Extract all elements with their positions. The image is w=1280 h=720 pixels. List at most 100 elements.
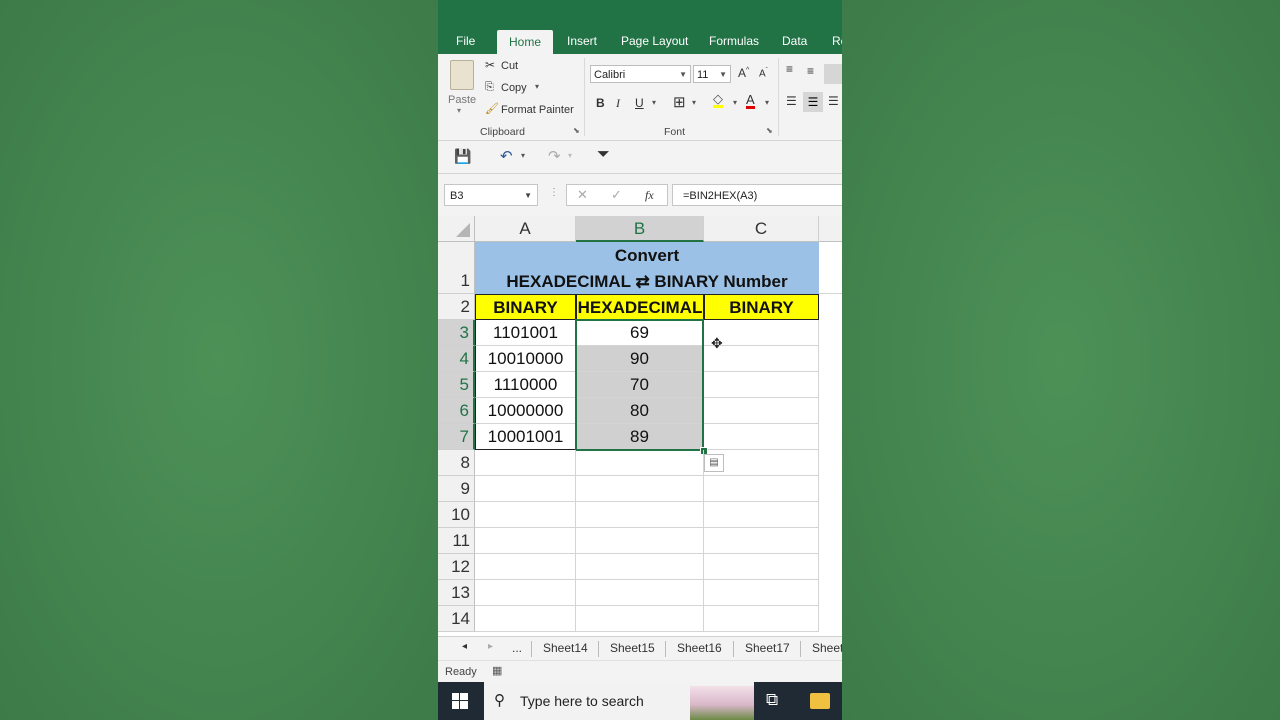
underline-icon[interactable]: U — [635, 96, 644, 110]
tab-file[interactable]: File — [456, 34, 475, 48]
column-header-b[interactable]: B — [576, 216, 704, 242]
cell-a9[interactable] — [475, 476, 576, 502]
cell-a2-header[interactable]: BINARY — [475, 294, 576, 320]
enter-icon[interactable]: ✓ — [611, 187, 622, 203]
borders-dropdown-icon[interactable]: ▾ — [692, 98, 696, 107]
tab-page-layout[interactable]: Page Layout — [621, 34, 688, 48]
format-painter-icon[interactable]: 🖌 — [485, 102, 499, 115]
filter-icon[interactable]: ⏷ — [597, 146, 610, 164]
cancel-icon[interactable]: ✕ — [577, 187, 588, 203]
chevron-down-icon[interactable]: ▼ — [524, 185, 532, 207]
cell-b9[interactable] — [576, 476, 704, 502]
cell-a13[interactable] — [475, 580, 576, 606]
cell-a7[interactable]: 10001001 — [475, 424, 576, 450]
cell-b11[interactable] — [576, 528, 704, 554]
row-header-4[interactable]: 4 — [438, 346, 475, 372]
row-header-3[interactable]: 3 — [438, 320, 475, 346]
cell-c13[interactable] — [704, 580, 819, 606]
row-header-8[interactable]: 8 — [438, 450, 475, 476]
cell-a3[interactable]: 1101001 — [475, 320, 576, 346]
formula-input[interactable]: =BIN2HEX(A3) — [672, 184, 842, 206]
title-cell[interactable]: Convert HEXADECIMAL ⇄ BINARY Number — [475, 242, 819, 294]
row-header-6[interactable]: 6 — [438, 398, 475, 424]
cell-a12[interactable] — [475, 554, 576, 580]
shrink-font-icon[interactable]: Aˇ — [759, 68, 768, 79]
quick-analysis-icon[interactable]: ▤ — [704, 454, 724, 472]
cell-b5[interactable]: 70 — [576, 372, 704, 398]
cell-a5[interactable]: 1110000 — [475, 372, 576, 398]
tab-review[interactable]: Re — [832, 34, 842, 48]
task-view-icon[interactable]: ⧉ — [766, 690, 778, 710]
cell-a11[interactable] — [475, 528, 576, 554]
cell-b10[interactable] — [576, 502, 704, 528]
tab-insert[interactable]: Insert — [567, 34, 597, 48]
paste-button[interactable]: Paste — [448, 94, 476, 106]
copy-icon[interactable]: ⎘ — [485, 81, 494, 94]
row-header-10[interactable]: 10 — [438, 502, 475, 528]
redo-icon[interactable]: ↷ — [548, 147, 561, 165]
font-launcher-icon[interactable]: ⬊ — [766, 126, 773, 135]
paste-dropdown-icon[interactable]: ▾ — [457, 106, 461, 115]
tab-home[interactable]: Home — [497, 30, 554, 55]
sheet-tab-sheet18[interactable]: Sheet — [812, 641, 842, 655]
align-middle-icon[interactable]: ≡ — [807, 64, 814, 78]
column-header-d[interactable] — [819, 216, 842, 242]
column-header-c[interactable]: C — [704, 216, 819, 242]
cell-c10[interactable] — [704, 502, 819, 528]
align-right-icon[interactable]: ☰ — [828, 94, 839, 108]
format-painter-button[interactable]: Format Painter — [501, 104, 574, 116]
sheet-tab-sheet17[interactable]: Sheet17 — [745, 641, 790, 655]
cell-b13[interactable] — [576, 580, 704, 606]
row-header-11[interactable]: 11 — [438, 528, 475, 554]
name-box[interactable]: B3 ▼ — [444, 184, 538, 206]
save-icon[interactable]: 💾 — [454, 148, 471, 165]
cell-c12[interactable] — [704, 554, 819, 580]
cell-a10[interactable] — [475, 502, 576, 528]
cell-b4[interactable]: 90 — [576, 346, 704, 372]
cell-c6[interactable] — [704, 398, 819, 424]
row-header-9[interactable]: 9 — [438, 476, 475, 502]
undo-icon[interactable]: ↶ — [500, 147, 513, 165]
borders-icon[interactable]: ⊞ — [673, 93, 686, 111]
cell-b2-header[interactable]: HEXADECIMAL — [576, 294, 704, 320]
paste-icon[interactable] — [450, 60, 474, 90]
insert-function-icon[interactable]: fx — [645, 188, 654, 203]
more-options-icon[interactable]: ⋮ — [549, 187, 559, 198]
cell-c11[interactable] — [704, 528, 819, 554]
cell-c2-header[interactable]: BINARY — [704, 294, 819, 320]
cell-c14[interactable] — [704, 606, 819, 632]
cell-b6[interactable]: 80 — [576, 398, 704, 424]
cell-a14[interactable] — [475, 606, 576, 632]
font-color-icon[interactable]: A — [746, 93, 755, 109]
sheet-tab-sheet16[interactable]: Sheet16 — [677, 641, 722, 655]
font-color-dropdown-icon[interactable]: ▾ — [765, 98, 769, 107]
italic-icon[interactable]: I — [616, 96, 620, 111]
select-all-corner[interactable] — [438, 216, 475, 242]
cell-a6[interactable]: 10000000 — [475, 398, 576, 424]
align-left-icon[interactable]: ☰ — [786, 94, 797, 108]
sheet-tab-sheet15[interactable]: Sheet15 — [610, 641, 655, 655]
windows-start-icon[interactable] — [452, 693, 468, 709]
bold-icon[interactable]: B — [596, 96, 605, 110]
cell-b3-active[interactable]: 69 — [576, 320, 704, 346]
underline-dropdown-icon[interactable]: ▾ — [652, 98, 656, 107]
row-header-12[interactable]: 12 — [438, 554, 475, 580]
font-name-combo[interactable]: Calibri ▼ — [590, 65, 691, 83]
undo-dropdown-icon[interactable]: ▾ — [521, 151, 525, 160]
cut-icon[interactable]: ✂ — [485, 58, 495, 72]
tab-formulas[interactable]: Formulas — [709, 34, 759, 48]
row-header-1[interactable]: 1 — [438, 242, 475, 294]
fill-color-dropdown-icon[interactable]: ▾ — [733, 98, 737, 107]
tab-data[interactable]: Data — [782, 34, 807, 48]
file-explorer-icon[interactable] — [810, 693, 830, 709]
cell-b8[interactable] — [576, 450, 704, 476]
cell-b12[interactable] — [576, 554, 704, 580]
cell-d1[interactable] — [819, 242, 842, 294]
row-header-2[interactable]: 2 — [438, 294, 475, 320]
redo-dropdown-icon[interactable]: ▾ — [568, 151, 572, 160]
clipboard-launcher-icon[interactable]: ⬊ — [573, 126, 580, 135]
macro-recording-icon[interactable]: ▦ — [492, 664, 502, 677]
cell-a8[interactable] — [475, 450, 576, 476]
copy-dropdown-icon[interactable]: ▾ — [535, 82, 539, 91]
row-header-5[interactable]: 5 — [438, 372, 475, 398]
